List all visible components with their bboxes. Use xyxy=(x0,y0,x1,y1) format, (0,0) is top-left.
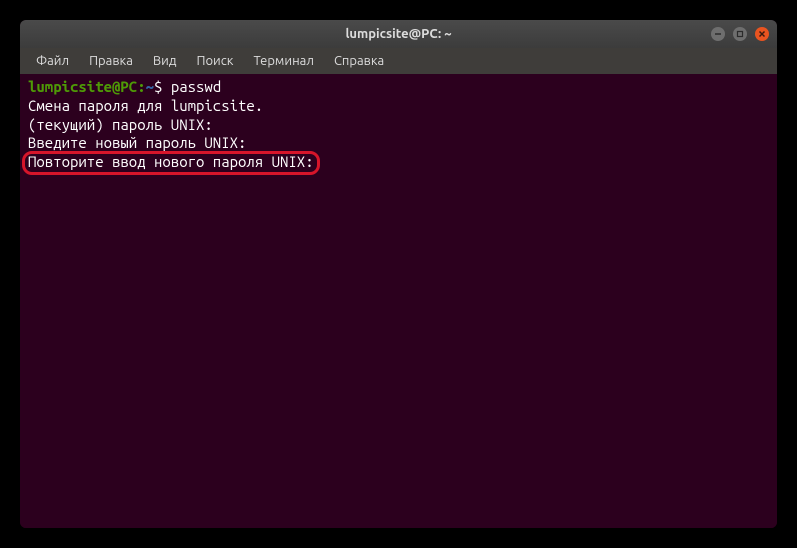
output-line-3: Введите новый пароль UNIX: xyxy=(28,134,769,153)
titlebar: lumpicsite@PC: ~ xyxy=(20,20,777,48)
minimize-icon xyxy=(714,30,722,38)
maximize-button[interactable] xyxy=(733,27,747,41)
close-icon xyxy=(758,30,766,38)
command-text: passwd xyxy=(171,78,221,95)
terminal-window: lumpicsite@PC: ~ Файл Правка Вид Поиск Т… xyxy=(20,20,777,528)
window-controls xyxy=(711,27,769,41)
prompt-dollar: $ xyxy=(154,78,162,95)
menubar: Файл Правка Вид Поиск Терминал Справка xyxy=(20,48,777,74)
window-title: lumpicsite@PC: ~ xyxy=(345,27,451,41)
maximize-icon xyxy=(736,30,744,38)
prompt-path: ~ xyxy=(146,78,154,95)
menu-help[interactable]: Справка xyxy=(326,52,392,70)
minimize-button[interactable] xyxy=(711,27,725,41)
prompt-user: lumpicsite@PC xyxy=(28,78,137,95)
prompt-line: lumpicsite@PC:~$ passwd xyxy=(28,78,769,97)
output-line-4: Повторите ввод нового пароля UNIX: xyxy=(28,153,314,170)
menu-terminal[interactable]: Терминал xyxy=(245,52,321,70)
menu-view[interactable]: Вид xyxy=(145,52,185,70)
output-line-1: Смена пароля для lumpicsite. xyxy=(28,97,769,116)
output-line-2: (текущий) пароль UNIX: xyxy=(28,116,769,135)
highlighted-line: Повторите ввод нового пароля UNIX: xyxy=(28,153,314,172)
prompt-sep: : xyxy=(137,78,145,95)
close-button[interactable] xyxy=(755,27,769,41)
menu-search[interactable]: Поиск xyxy=(188,52,241,70)
terminal-body[interactable]: lumpicsite@PC:~$ passwd Смена пароля для… xyxy=(20,74,777,528)
menu-file[interactable]: Файл xyxy=(28,52,77,70)
output-line-4-wrapper: Повторите ввод нового пароля UNIX: xyxy=(28,153,769,172)
menu-edit[interactable]: Правка xyxy=(81,52,141,70)
